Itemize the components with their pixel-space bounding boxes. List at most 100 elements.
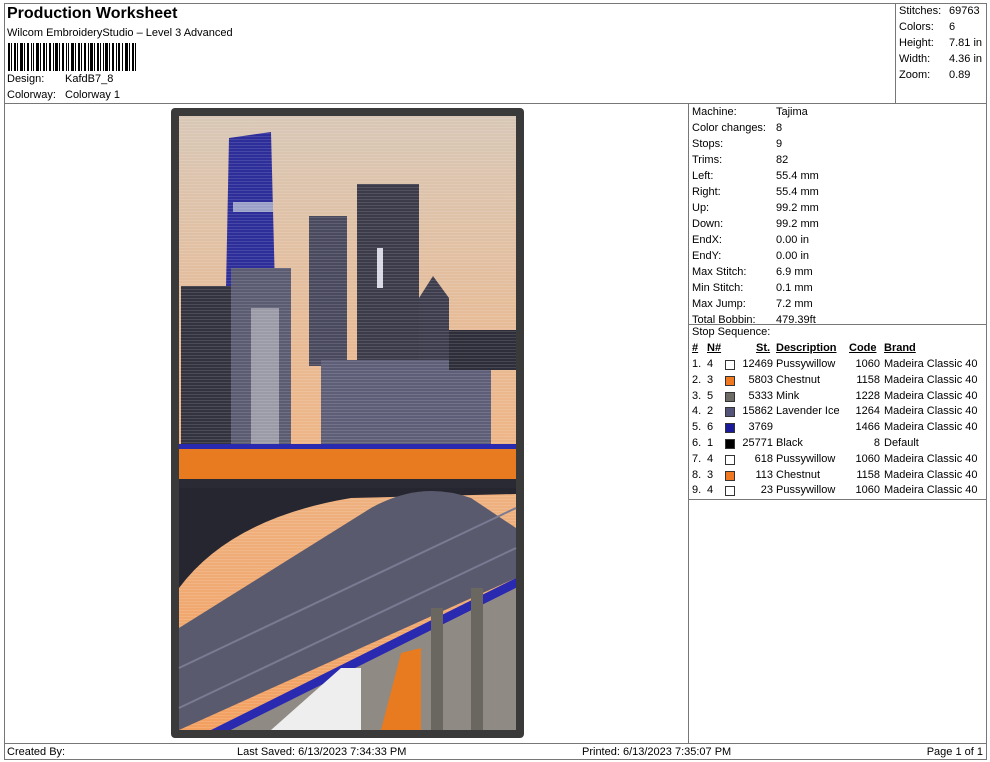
colorway-row: Colorway: Colorway 1 xyxy=(7,89,120,101)
right-label: Right: xyxy=(692,186,721,198)
thread-code: 1158 xyxy=(856,468,880,481)
height-label: Height: xyxy=(899,37,934,49)
thread-description: Pussywillow xyxy=(776,484,836,497)
needle-num: 1 xyxy=(707,437,714,449)
height-value: 7.81 in xyxy=(949,37,983,49)
col-header-n: N# xyxy=(707,342,722,354)
panel-divider xyxy=(688,104,689,744)
stop-row: 1. 4 12469 Pussywillow 1060 Madeira Classic 4… xyxy=(691,358,987,374)
stitch-count: 12469 xyxy=(742,358,773,370)
stitch-count: 5333 xyxy=(748,389,773,402)
max-stitch-label: Max Stitch: xyxy=(692,266,747,278)
needle-num: 4 xyxy=(707,358,714,370)
stop-num: 2. xyxy=(692,373,702,386)
left-label: Left: xyxy=(692,170,714,182)
zoom-value: 0.89 xyxy=(949,69,971,81)
thread-brand: Madeira Classic 40 xyxy=(884,421,978,434)
stop-num: 8. xyxy=(692,468,702,481)
machine-label: Machine: xyxy=(692,106,737,118)
machine-value: Tajima xyxy=(776,106,808,118)
color-changes-label: Color changes: xyxy=(692,122,766,134)
colorway-label: Colorway: xyxy=(7,89,56,101)
stitches-label: Stitches: xyxy=(899,5,942,17)
blue-rail xyxy=(179,444,516,449)
stop-num: 4. xyxy=(692,405,702,418)
right-value: 55.4 mm xyxy=(776,186,819,198)
stop-row: 4. 2 15862 Lavender Ice 1264 Madeira Classic … xyxy=(691,405,987,421)
stops-value: 9 xyxy=(776,138,783,150)
pillar-2 xyxy=(471,588,483,730)
color-swatch xyxy=(725,454,735,465)
stop-row: 9. 4 23 Pussywillow 1060 Madeira Classic 40 xyxy=(691,484,987,500)
thread-brand: Madeira Classic 40 xyxy=(884,484,978,497)
needle-num: 5 xyxy=(707,389,714,402)
summary-box: Stitches: 69763 Colors: 6 Height: 7.81 in W… xyxy=(895,3,987,104)
down-label: Down: xyxy=(692,218,724,230)
col-header-code: Code xyxy=(849,342,877,354)
down-value: 99.2 mm xyxy=(776,218,819,230)
stitch-count: 23 xyxy=(760,484,773,497)
table-separator xyxy=(689,499,987,500)
stop-num: 6. xyxy=(692,437,702,449)
created-by: Created By: xyxy=(7,746,66,758)
page-number: Page 1 of 1 xyxy=(926,746,983,758)
max-stitch-value: 6.9 mm xyxy=(776,266,813,278)
col-header-brand: Brand xyxy=(884,342,916,354)
stop-sequence-heading: Stop Sequence: xyxy=(692,326,771,338)
thread-description: Black xyxy=(776,437,803,449)
stitch-count: 25771 xyxy=(742,437,773,449)
stop-num: 5. xyxy=(692,421,702,434)
endx-label: EndX: xyxy=(692,234,722,246)
thread-brand: Madeira Classic 40 xyxy=(884,405,978,418)
thread-code: 1466 xyxy=(855,421,880,434)
color-swatch xyxy=(725,360,735,370)
colors-value: 6 xyxy=(949,21,956,33)
thread-code: 1060 xyxy=(855,358,880,370)
endx-value: 0.00 in xyxy=(776,234,810,246)
thread-brand: Madeira Classic 40 xyxy=(884,389,978,402)
needle-num: 3 xyxy=(707,373,714,386)
stop-num: 3. xyxy=(692,389,702,402)
col-header-num: # xyxy=(692,342,699,354)
stop-row: 6. 1 25771 Black 8 Default xyxy=(691,437,987,453)
width-value: 4.36 in xyxy=(949,53,983,65)
color-changes-value: 8 xyxy=(776,122,783,134)
zoom-label: Zoom: xyxy=(899,69,931,81)
thread-brand: Madeira Classic 40 xyxy=(884,468,978,481)
up-value: 99.2 mm xyxy=(776,202,819,214)
design-label: Design: xyxy=(7,73,45,85)
min-stitch-label: Min Stitch: xyxy=(692,282,744,294)
thread-code: 1264 xyxy=(855,405,880,418)
stop-num: 9. xyxy=(692,484,702,497)
stitches-value: 69763 xyxy=(949,5,980,17)
needle-num: 6 xyxy=(707,421,714,434)
color-swatch xyxy=(725,470,735,481)
orange-bridge xyxy=(179,449,516,479)
thread-brand: Madeira Classic 40 xyxy=(884,373,978,386)
stop-row: 8. 3 113 Chestnut 1158 Madeira Classic 40 xyxy=(691,469,987,485)
design-value: KafdB7_8 xyxy=(65,73,114,85)
color-swatch xyxy=(725,391,735,402)
stitch-count: 15862 xyxy=(742,405,773,418)
printed-date: Printed: 6/13/2023 7:35:07 PM xyxy=(582,746,732,758)
color-swatch xyxy=(725,375,735,386)
thread-code: 8 xyxy=(873,437,880,449)
thread-description: Chestnut xyxy=(776,468,821,481)
thread-description: Lavender Ice xyxy=(776,405,840,418)
thread-description: Pussywillow xyxy=(776,358,836,370)
col-header-st: St. xyxy=(756,342,771,354)
worksheet-footer: Created By: Last Saved: 6/13/2023 7:34:3… xyxy=(4,743,987,760)
thread-code: 1228 xyxy=(855,389,880,402)
thread-description: Mink xyxy=(776,389,800,402)
stop-row: 5. 6 3769 1466 Madeira Classic 40 xyxy=(691,421,987,437)
colors-label: Colors: xyxy=(899,21,934,33)
color-swatch xyxy=(725,486,735,497)
thread-description: Pussywillow xyxy=(776,452,836,465)
needle-num: 4 xyxy=(707,484,714,497)
color-swatch xyxy=(725,407,735,418)
thread-brand: Madeira Classic 40 xyxy=(884,358,978,370)
max-jump-label: Max Jump: xyxy=(692,298,746,310)
info-separator xyxy=(689,324,987,325)
color-swatch xyxy=(725,423,735,434)
thread-brand: Default xyxy=(884,437,919,449)
